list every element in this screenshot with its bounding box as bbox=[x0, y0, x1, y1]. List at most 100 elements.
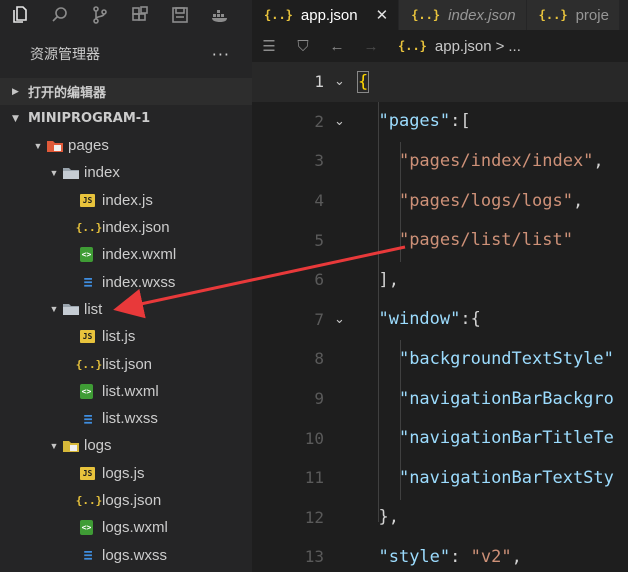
code-token: :{ bbox=[460, 309, 481, 330]
tree-item[interactable]: JS logs.js bbox=[0, 460, 252, 487]
fold-chevron-icon[interactable]: ⌄ bbox=[334, 312, 345, 327]
code-token: "style" bbox=[378, 546, 451, 567]
tree-item[interactable]: {..} list.json bbox=[0, 350, 252, 377]
explorer-icon[interactable] bbox=[0, 0, 40, 30]
tree-item[interactable]: ≡ index.wxss bbox=[0, 268, 252, 295]
tree-item-label: list.wxss bbox=[102, 410, 158, 428]
editor-tabs: {..} app.json ✕ {..} index.json {..} pro… bbox=[252, 0, 628, 30]
bookmark-icon[interactable]: ⛉ bbox=[286, 38, 320, 55]
json-file-icon: {..} bbox=[398, 39, 427, 53]
fold-chevron-icon[interactable]: ⌄ bbox=[334, 114, 345, 129]
tree-item[interactable]: ▼ index bbox=[0, 159, 252, 186]
tree-item[interactable]: {..} index.json bbox=[0, 214, 252, 241]
close-icon[interactable]: ✕ bbox=[376, 6, 389, 24]
code-line[interactable]: 13 "style": "v2", bbox=[252, 537, 628, 572]
code-line[interactable]: 3 "pages/index/index", bbox=[252, 141, 628, 181]
code-token: :[ bbox=[450, 111, 471, 132]
code-token: "navigationBarBackgro bbox=[398, 388, 614, 409]
line-number: 2 bbox=[314, 111, 324, 131]
line-number: 6 bbox=[314, 270, 324, 290]
code-text: }, bbox=[358, 507, 399, 528]
explorer-sidebar: 资源管理器 ··· ▶ 打开的编辑器 ▼ MINIPROGRAM-1 ▼ page… bbox=[0, 30, 252, 572]
forward-arrow-icon[interactable]: → bbox=[354, 38, 388, 55]
code-token: "pages/logs/logs" bbox=[398, 190, 573, 211]
code-text: { bbox=[356, 70, 370, 93]
tree-item[interactable]: ≡ list.wxss bbox=[0, 405, 252, 432]
breadcrumb-file[interactable]: {..} app.json > ... bbox=[398, 38, 521, 55]
code-token: { bbox=[356, 70, 370, 93]
tree-item-label: logs.wxml bbox=[102, 519, 168, 537]
code-line[interactable]: 4 "pages/logs/logs", bbox=[252, 181, 628, 221]
tree-item[interactable]: ▼ pages bbox=[0, 132, 252, 159]
code-text: "backgroundTextStyle" bbox=[358, 349, 614, 369]
line-number: 12 bbox=[304, 507, 324, 527]
list-icon[interactable]: ☰ bbox=[252, 37, 286, 55]
tree-item[interactable]: JS list.js bbox=[0, 323, 252, 350]
code-text: "pages/index/index", bbox=[358, 151, 604, 171]
tab-app-json[interactable]: {..} app.json ✕ bbox=[252, 0, 400, 30]
tree-item-label: list bbox=[84, 300, 103, 318]
tree-item-label: pages bbox=[68, 137, 109, 155]
wxml-file-icon: <> bbox=[80, 383, 102, 399]
tree-item[interactable]: ▼ list bbox=[0, 296, 252, 323]
tab-index-json[interactable]: {..} index.json bbox=[399, 0, 527, 30]
line-number: 3 bbox=[314, 151, 324, 171]
code-token: }, bbox=[378, 507, 399, 528]
search-icon[interactable] bbox=[40, 0, 80, 30]
code-line[interactable]: 5 "pages/list/list" bbox=[252, 220, 628, 260]
code-text: "window":{ bbox=[358, 309, 481, 330]
tree-item[interactable]: <> logs.wxml bbox=[0, 514, 252, 541]
more-actions-icon[interactable]: ··· bbox=[212, 45, 230, 64]
tree-item-label: logs bbox=[84, 437, 112, 455]
extensions-icon[interactable] bbox=[120, 0, 160, 30]
tree-item[interactable]: <> list.wxml bbox=[0, 378, 252, 405]
tree-item[interactable]: ▼ logs bbox=[0, 432, 252, 459]
code-line[interactable]: 1 ⌄ { bbox=[252, 62, 628, 102]
breadcrumb-tail[interactable]: ... bbox=[508, 38, 521, 55]
code-text: "pages/logs/logs", bbox=[358, 191, 583, 211]
code-text: "navigationBarTextSty bbox=[358, 468, 614, 488]
code-token: "backgroundTextStyle" bbox=[398, 348, 614, 369]
code-editor[interactable]: 1 ⌄{2 ⌄ "pages":[3 "pages/index/index", 4 "… bbox=[252, 62, 628, 572]
chevron-down-icon: ▼ bbox=[49, 304, 59, 315]
tree-item-label: index bbox=[84, 164, 120, 182]
code-line[interactable]: 2 ⌄ "pages":[ bbox=[252, 102, 628, 142]
file-tree: ▼ pages ▼ index JS index.js {..} index.json <> in… bbox=[0, 132, 252, 569]
source-control-icon[interactable] bbox=[80, 0, 120, 30]
code-text: "navigationBarBackgro bbox=[358, 389, 614, 409]
docker-icon[interactable] bbox=[200, 0, 240, 30]
tab-project[interactable]: {..} proje bbox=[526, 0, 620, 30]
open-editors-section[interactable]: ▶ 打开的编辑器 bbox=[0, 78, 252, 105]
code-line[interactable]: 6 ], bbox=[252, 260, 628, 300]
json-file-icon: {..} bbox=[75, 357, 103, 371]
code-line[interactable]: 11 "navigationBarTextSty bbox=[252, 458, 628, 498]
code-line[interactable]: 7 ⌄ "window":{ bbox=[252, 300, 628, 340]
explorer-header: 资源管理器 ··· bbox=[0, 30, 252, 78]
project-section[interactable]: ▼ MINIPROGRAM-1 bbox=[0, 105, 252, 132]
code-line[interactable]: 9 "navigationBarBackgro bbox=[252, 379, 628, 419]
tree-item[interactable]: <> index.wxml bbox=[0, 241, 252, 268]
save-disk-icon[interactable] bbox=[160, 0, 200, 30]
code-line[interactable]: 12 }, bbox=[252, 498, 628, 538]
code-text: ], bbox=[358, 270, 398, 290]
explorer-title: 资源管理器 bbox=[30, 47, 100, 63]
fold-chevron-icon[interactable]: ⌄ bbox=[334, 74, 345, 89]
code-line[interactable]: 10 "navigationBarTitleTe bbox=[252, 418, 628, 458]
code-text: "pages":[ bbox=[358, 111, 471, 132]
line-number: 13 bbox=[304, 547, 324, 567]
code-line[interactable]: 8 "backgroundTextStyle" bbox=[252, 339, 628, 379]
tree-item[interactable]: ≡ logs.wxss bbox=[0, 541, 252, 568]
back-arrow-icon[interactable]: ← bbox=[320, 38, 354, 55]
tree-item-label: index.wxss bbox=[102, 273, 176, 291]
tree-item[interactable]: {..} logs.json bbox=[0, 487, 252, 514]
tree-item[interactable]: JS index.js bbox=[0, 187, 252, 214]
tree-item-label: list.wxml bbox=[102, 382, 159, 400]
line-number: 9 bbox=[314, 389, 324, 409]
